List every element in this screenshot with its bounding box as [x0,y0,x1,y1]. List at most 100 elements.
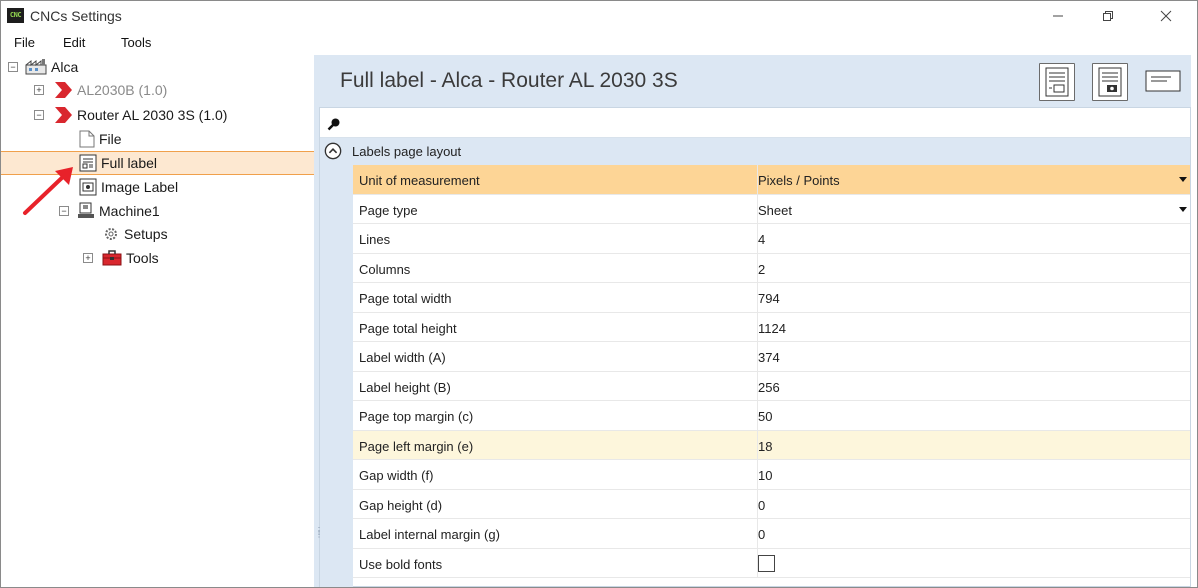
property-row[interactable]: Page total height 1124 [353,312,1190,342]
tree-item-label: AL2030B (1.0) [77,82,168,98]
property-value-cell[interactable]: 50 [757,401,1190,430]
tree-item-label: Image Label [101,179,179,195]
property-value-cell[interactable]: Sheet [757,194,1190,224]
property-value: Pixels / Points [758,173,840,188]
close-icon [1160,10,1172,22]
section-header-labels-page-layout[interactable]: Labels page layout [320,138,1190,165]
property-row[interactable]: Label height (B) 256 [353,371,1190,401]
full-label-icon [1045,67,1069,97]
tree-item-alca[interactable]: Alca [25,55,78,79]
property-name: Gap height (d) [359,497,443,513]
use-bold-fonts-checkbox[interactable] [758,554,775,572]
property-name: Page type [359,202,418,218]
property-value: 374 [758,350,780,365]
expand-tools-expander[interactable]: + [83,253,93,263]
restore-button[interactable] [1085,1,1131,31]
property-name: Page total width [359,291,452,306]
property-value-cell[interactable]: 0 [757,519,1190,548]
property-name: Page top margin (c) [359,409,474,424]
tree-item-label: Alca [51,59,79,75]
app-window: CNC CNCs Settings File Edit Tools − Alca… [0,0,1198,588]
tree-item-label: Tools [126,250,159,266]
collapse-alca-expander[interactable]: − [8,62,18,72]
property-value-cell[interactable]: 0 [757,489,1190,519]
tree-item-machine1[interactable]: Machine1 [77,199,160,223]
page-title: Full label - Alca - Router AL 2030 3S [340,69,678,92]
property-value-cell[interactable]: 10 [757,460,1190,489]
menu-edit[interactable]: Edit [63,35,85,50]
property-row[interactable]: Columns 2 [353,253,1190,283]
property-row[interactable]: Label internal margin (g) 0 [353,519,1190,549]
property-row[interactable]: Page type Sheet [353,194,1190,224]
factory-icon [25,59,47,75]
tree-item-file[interactable]: File [79,127,122,151]
tree-item-full-label[interactable]: Full label [79,151,157,175]
simple-label-view-button[interactable] [1145,63,1181,101]
property-name: Unit of measurement [359,173,480,188]
property-value-cell[interactable]: 794 [757,283,1190,312]
collapse-chevron-up-icon[interactable] [324,142,342,160]
property-row[interactable]: Lines 4 [353,224,1190,254]
property-value-cell[interactable] [757,548,1190,578]
property-value: 10 [758,468,773,483]
splitter-grip[interactable]: ⋮⋮ [315,527,323,547]
property-row[interactable]: Page total width 794 [353,283,1190,313]
expand-al2030b-expander[interactable]: + [34,85,44,95]
property-name: Label width (A) [359,350,446,365]
dropdown-arrow-icon[interactable] [1179,206,1187,212]
tree-item-label: File [99,131,122,147]
camera-label-icon [1098,67,1122,97]
tree-item-al2030b[interactable]: AL2030B (1.0) [53,78,167,102]
property-value-cell[interactable]: 4 [757,224,1190,253]
property-row[interactable]: Page top margin (c) 50 [353,401,1190,431]
close-button[interactable] [1143,1,1189,31]
menu-tools[interactable]: Tools [121,35,151,50]
property-value: 2 [758,261,766,277]
collapse-router-expander[interactable]: − [34,110,44,120]
property-row[interactable]: Gap height (d) 0 [353,489,1190,519]
property-value: 4 [758,232,766,247]
window-title: CNCs Settings [30,8,122,24]
minimize-button[interactable] [1035,1,1081,31]
property-value: 0 [758,527,766,542]
property-value: 50 [758,409,773,424]
image-label-view-button[interactable] [1092,63,1128,101]
property-value-cell[interactable]: 2 [757,253,1190,283]
tree-item-setups[interactable]: Setups [102,222,168,246]
property-value: 256 [758,379,780,395]
tree-item-image-label[interactable]: Image Label [79,175,178,199]
app-icon: CNC [7,8,24,23]
property-value-cell[interactable]: 1124 [757,312,1190,342]
tree-item-tools[interactable]: Tools [102,246,159,270]
dropdown-arrow-icon[interactable] [1179,177,1187,182]
tree-item-label: Router AL 2030 3S (1.0) [77,107,228,123]
machine-icon [78,202,94,218]
full-label-view-button[interactable] [1039,63,1075,101]
property-value-cell[interactable]: 374 [757,342,1190,371]
property-value: 1124 [758,320,786,336]
menu-file[interactable]: File [14,35,35,50]
label-layout-icon [79,154,97,172]
property-name: Use bold fonts [359,556,443,572]
property-value-cell[interactable]: Pixels / Points [757,165,1190,194]
properties-pane: Full label - Alca - Router AL 2030 3S La… [319,55,1191,587]
property-value: 0 [758,497,766,513]
property-value-cell[interactable]: 18 [757,430,1190,460]
property-row[interactable]: Page left margin (e) 18 [353,430,1190,460]
tree-pane: − Alca + AL2030B (1.0) − Router AL 2030 … [1,55,314,587]
title-bar: CNC CNCs Settings [1,1,1197,31]
property-row[interactable]: Gap width (f) 10 [353,460,1190,490]
simple-label-icon [1145,70,1181,92]
property-name: Label height (B) [359,379,451,395]
property-row[interactable]: Use bold fonts [353,548,1190,578]
property-grid: Labels page layout Unit of measurement Pi… [319,107,1191,587]
key-search-icon [327,118,340,131]
property-search[interactable] [320,108,1190,138]
toolbox-icon [102,250,122,266]
annotation-arrow-icon [23,167,73,215]
property-value: 794 [758,291,780,306]
property-value-cell[interactable]: 256 [757,371,1190,401]
property-row[interactable]: Label width (A) 374 [353,342,1190,372]
tree-item-router[interactable]: Router AL 2030 3S (1.0) [53,103,227,127]
property-row[interactable]: Unit of measurement Pixels / Points [353,165,1190,195]
